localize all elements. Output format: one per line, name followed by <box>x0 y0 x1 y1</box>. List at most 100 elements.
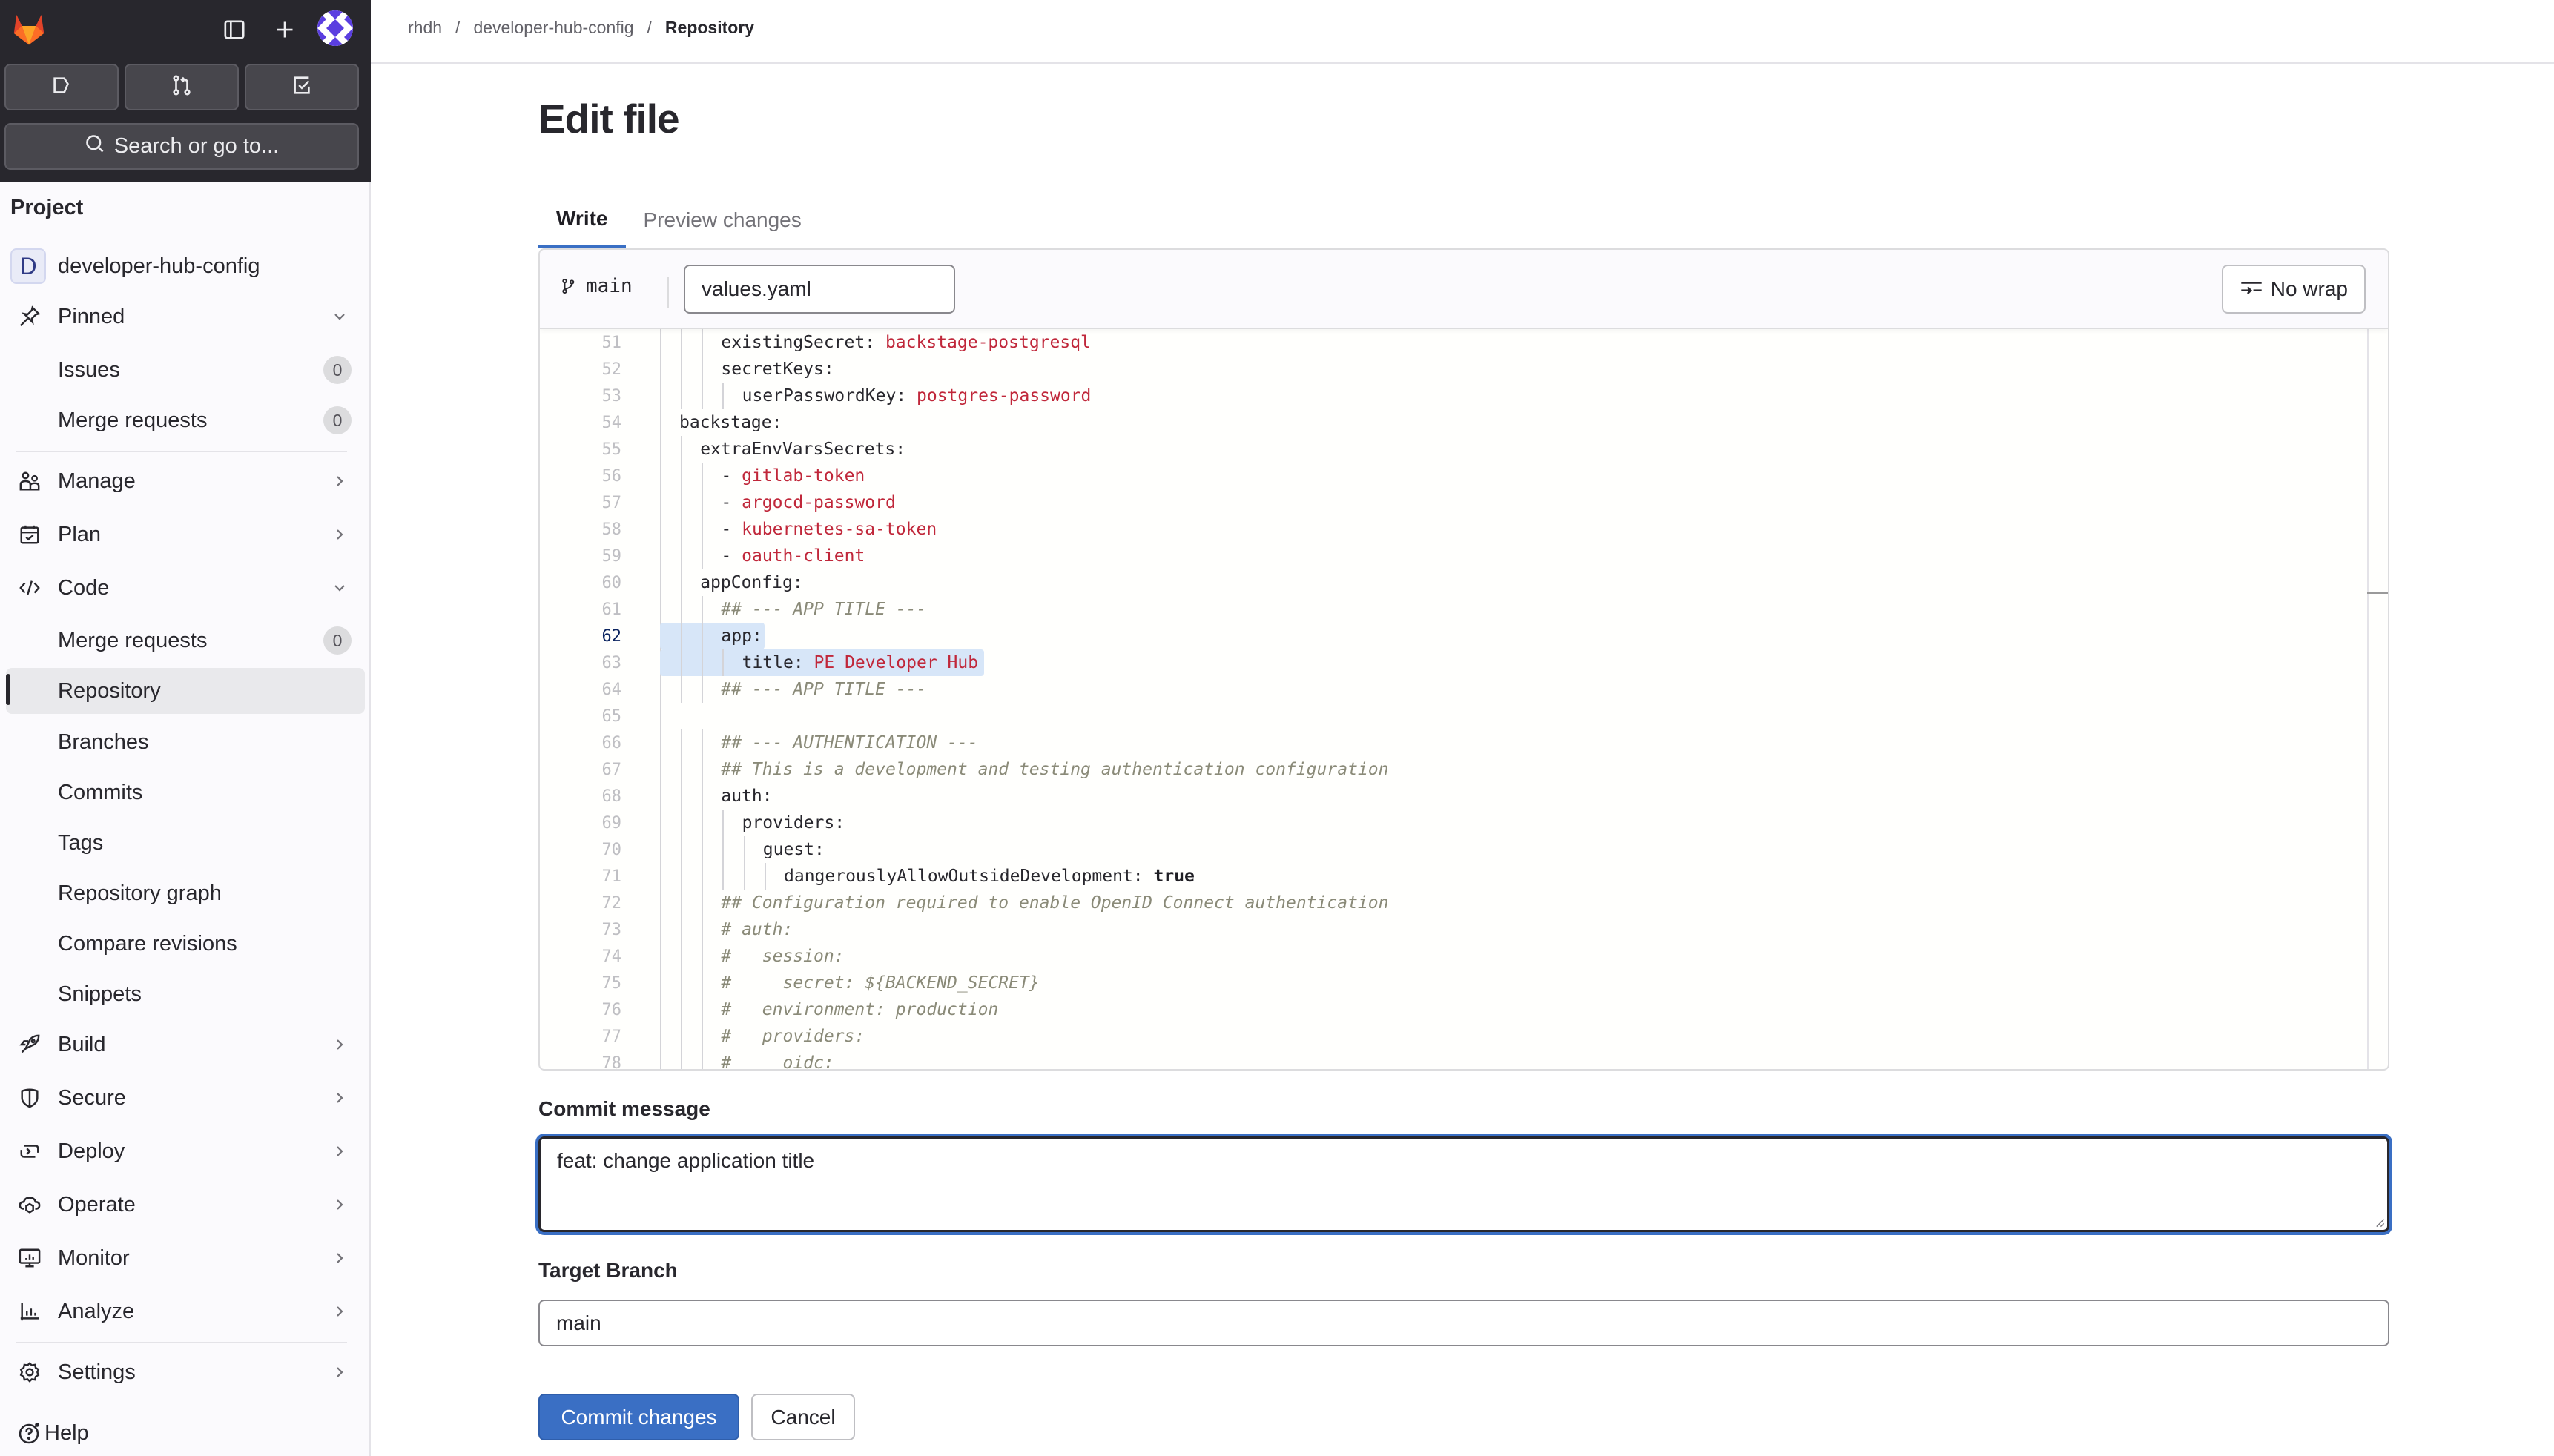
indent-guide <box>702 783 704 810</box>
code-token-str: argocd-password <box>742 493 896 512</box>
indent-guide <box>681 810 682 836</box>
code-line[interactable]: 68 auth: <box>540 783 2388 810</box>
target-branch-input[interactable]: main <box>538 1300 2389 1346</box>
code-line[interactable]: 66 ## --- AUTHENTICATION --- <box>540 729 2388 756</box>
code-token-key: guest: <box>762 840 825 859</box>
indent-guide <box>681 623 682 649</box>
indent-guide <box>681 569 682 596</box>
repository-graph-label: Repository graph <box>58 881 222 905</box>
code-line[interactable]: 59 - oauth-client <box>540 543 2388 569</box>
sidebar-item-commits[interactable]: Commits <box>6 770 365 815</box>
pin-icon <box>16 303 43 330</box>
sidebar-project-link[interactable]: D developer-hub-config <box>6 243 365 289</box>
code-line[interactable]: 54 backstage: <box>540 409 2388 436</box>
breadcrumb-item-group[interactable]: rhdh <box>408 18 442 38</box>
code-line[interactable]: 71 dangerouslyAllowOutsideDevelopment: tr… <box>540 863 2388 890</box>
line-number: 52 <box>601 360 622 379</box>
indent-guide <box>681 649 682 676</box>
code-line[interactable]: 73 # auth: <box>540 916 2388 943</box>
code-line[interactable]: 63 title: PE Developer Hub <box>540 649 2388 676</box>
code-line[interactable]: 72 ## Configuration required to enable Op… <box>540 890 2388 916</box>
code-line[interactable]: 70 guest: <box>540 836 2388 863</box>
code-line[interactable]: 69 providers: <box>540 810 2388 836</box>
breadcrumb-item-current[interactable]: Repository <box>665 18 754 38</box>
plus-icon[interactable] <box>268 13 301 46</box>
sidebar-toggle-icon[interactable] <box>218 13 251 46</box>
code-line[interactable]: 55 extraEnvVarsSecrets: <box>540 436 2388 463</box>
indent-guide <box>702 489 704 516</box>
code-text: ## --- AUTHENTICATION --- <box>721 733 977 752</box>
code-line[interactable]: 57 - argocd-password <box>540 489 2388 516</box>
code-text: # providers: <box>721 1027 865 1046</box>
user-avatar[interactable] <box>317 10 353 46</box>
code-line[interactable]: 64 ## --- APP TITLE --- <box>540 676 2388 703</box>
code-line[interactable]: 61 ## --- APP TITLE --- <box>540 596 2388 623</box>
commit-message-textarea[interactable]: feat: change application title <box>538 1136 2389 1232</box>
sidebar-item-branches[interactable]: Branches <box>6 719 365 765</box>
sidebar-item-analyze[interactable]: Analyze <box>6 1288 365 1334</box>
code-token-com: # providers: <box>721 1027 865 1046</box>
code-token-str: backstage-postgresql <box>885 333 1091 352</box>
sidebar-item-issues[interactable]: Issues 0 <box>6 347 365 393</box>
indent-guide <box>702 463 704 489</box>
code-line[interactable]: 56 - gitlab-token <box>540 463 2388 489</box>
sidebar-item-pinned-merge-requests[interactable]: Merge requests 0 <box>6 397 365 443</box>
search-button[interactable]: Search or go to... <box>4 123 359 170</box>
sidebar-item-operate[interactable]: Operate <box>6 1182 365 1228</box>
code-line[interactable]: 53 userPasswordKey: postgres-password <box>540 383 2388 409</box>
code-text: providers: <box>742 813 845 833</box>
sidebar-item-settings[interactable]: Settings <box>6 1349 365 1395</box>
breadcrumb-item-project[interactable]: developer-hub-config <box>473 18 633 38</box>
code-line[interactable]: 52 secretKeys: <box>540 356 2388 383</box>
tab-write[interactable]: Write <box>538 193 626 248</box>
code-line[interactable]: 60 appConfig: <box>540 569 2388 596</box>
code-merge-requests-count-badge: 0 <box>323 626 352 655</box>
commits-label: Commits <box>58 780 143 804</box>
gitlab-logo-icon[interactable] <box>9 9 49 49</box>
no-wrap-button[interactable]: No wrap <box>2221 265 2366 314</box>
filename-input[interactable]: values.yaml <box>684 265 955 314</box>
sidebar-item-repository-graph[interactable]: Repository graph <box>6 870 365 916</box>
sidebar-item-code[interactable]: Code <box>6 565 365 611</box>
sidebar-item-build[interactable]: Build <box>6 1022 365 1068</box>
cancel-button[interactable]: Cancel <box>751 1394 855 1440</box>
sidebar-item-repository[interactable]: Repository <box>6 668 365 714</box>
merge-requests-button[interactable] <box>125 64 239 110</box>
code-line[interactable]: 58 - kubernetes-sa-token <box>540 516 2388 543</box>
sidebar-item-secure[interactable]: Secure <box>6 1075 365 1121</box>
sidebar-item-manage[interactable]: Manage <box>6 458 365 504</box>
tab-preview-changes[interactable]: Preview changes <box>626 193 819 248</box>
indent-guide <box>681 489 682 516</box>
sidebar-item-snippets[interactable]: Snippets <box>6 971 365 1017</box>
code-line[interactable]: 51 existingSecret: backstage-postgresql <box>540 329 2388 356</box>
sidebar-item-tags[interactable]: Tags <box>6 820 365 866</box>
code-line[interactable]: 75 # secret: ${BACKEND_SECRET} <box>540 970 2388 996</box>
sidebar-divider <box>16 451 347 452</box>
code-line[interactable]: 76 # environment: production <box>540 996 2388 1023</box>
sidebar-item-compare-revisions[interactable]: Compare revisions <box>6 921 365 967</box>
code-editor[interactable]: 51 existingSecret: backstage-postgresql 52… <box>540 329 2388 1069</box>
code-line[interactable]: 65 <box>540 703 2388 729</box>
todo-button[interactable] <box>245 64 359 110</box>
issues-button[interactable] <box>4 64 119 110</box>
code-line[interactable]: 78 # oidc: <box>540 1050 2388 1069</box>
commit-changes-button[interactable]: Commit changes <box>538 1394 739 1440</box>
resize-handle-icon[interactable] <box>2375 1217 2385 1228</box>
editor-scrollbar[interactable] <box>2367 329 2388 1069</box>
code-line[interactable]: 74 # session: <box>540 943 2388 970</box>
chart-icon <box>16 1298 43 1325</box>
sidebar-item-deploy[interactable]: Deploy <box>6 1128 365 1174</box>
sidebar-item-pinned[interactable]: Pinned <box>6 294 365 340</box>
project-name: developer-hub-config <box>58 254 260 278</box>
help-button[interactable]: Help <box>6 1410 365 1456</box>
help-icon <box>16 1420 43 1446</box>
code-token-key: - <box>721 466 742 486</box>
code-line[interactable]: 67 ## This is a development and testing a… <box>540 756 2388 783</box>
code-line[interactable]: 62 app: <box>540 623 2388 649</box>
sidebar-item-monitor[interactable]: Monitor <box>6 1235 365 1281</box>
sidebar-item-plan[interactable]: Plan <box>6 512 365 557</box>
sidebar-item-code-merge-requests[interactable]: Merge requests 0 <box>6 618 365 664</box>
code-line[interactable]: 77 # providers: <box>540 1023 2388 1050</box>
indent-guide <box>702 649 704 676</box>
plan-label: Plan <box>58 522 102 546</box>
